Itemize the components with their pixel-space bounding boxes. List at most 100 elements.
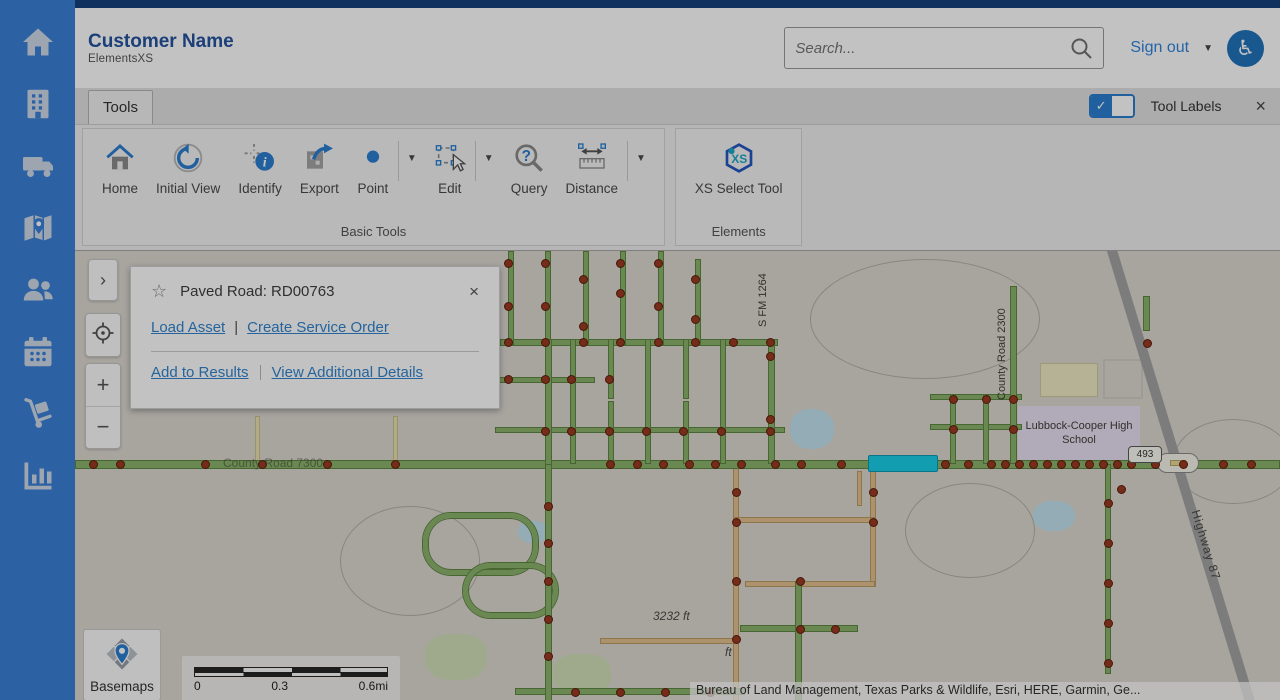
asset-point[interactable] bbox=[732, 488, 741, 497]
asset-point[interactable] bbox=[869, 518, 878, 527]
asset-point[interactable] bbox=[732, 635, 741, 644]
asset-point[interactable] bbox=[982, 395, 991, 404]
tool-labels-toggle[interactable]: ✓ bbox=[1089, 94, 1135, 118]
asset-point[interactable] bbox=[391, 460, 400, 469]
tool-point[interactable]: Point bbox=[348, 139, 398, 196]
asset-point[interactable] bbox=[659, 460, 668, 469]
asset-point[interactable] bbox=[691, 275, 700, 284]
selected-road-segment[interactable] bbox=[868, 455, 938, 472]
tool-export[interactable]: Export bbox=[291, 139, 348, 196]
asset-point[interactable] bbox=[544, 502, 553, 511]
basemaps-button[interactable]: Basemaps bbox=[83, 629, 161, 700]
asset-point[interactable] bbox=[1015, 460, 1024, 469]
asset-point[interactable] bbox=[541, 302, 550, 311]
asset-point[interactable] bbox=[654, 259, 663, 268]
asset-point[interactable] bbox=[949, 425, 958, 434]
asset-point[interactable] bbox=[732, 518, 741, 527]
asset-point[interactable] bbox=[711, 460, 720, 469]
sidebar-item-map[interactable] bbox=[15, 206, 61, 249]
sidebar-item-orders[interactable] bbox=[15, 392, 61, 435]
asset-point[interactable] bbox=[1117, 485, 1126, 494]
asset-point[interactable] bbox=[579, 338, 588, 347]
tool-initial-view[interactable]: Initial View bbox=[147, 139, 229, 196]
asset-point[interactable] bbox=[1219, 460, 1228, 469]
asset-point[interactable] bbox=[544, 652, 553, 661]
expand-panel-button[interactable]: › bbox=[88, 259, 118, 301]
zoom-out-button[interactable]: − bbox=[86, 407, 120, 449]
asset-point[interactable] bbox=[796, 625, 805, 634]
asset-point[interactable] bbox=[1009, 395, 1018, 404]
tool-distance[interactable]: Distance bbox=[556, 139, 627, 196]
asset-point[interactable] bbox=[1113, 460, 1122, 469]
asset-point[interactable] bbox=[766, 427, 775, 436]
asset-point[interactable] bbox=[732, 577, 741, 586]
asset-point[interactable] bbox=[605, 427, 614, 436]
asset-point[interactable] bbox=[201, 460, 210, 469]
asset-point[interactable] bbox=[837, 460, 846, 469]
sidebar-item-schedule[interactable] bbox=[15, 330, 61, 373]
popup-close-icon[interactable]: × bbox=[469, 283, 479, 300]
distance-dropdown-icon[interactable]: ▼ bbox=[628, 139, 654, 164]
load-asset-link[interactable]: Load Asset bbox=[151, 319, 225, 336]
asset-point[interactable] bbox=[691, 315, 700, 324]
asset-point[interactable] bbox=[766, 415, 775, 424]
asset-point[interactable] bbox=[1085, 460, 1094, 469]
asset-point[interactable] bbox=[642, 427, 651, 436]
asset-point[interactable] bbox=[89, 460, 98, 469]
sidebar-item-users[interactable] bbox=[15, 268, 61, 311]
asset-point[interactable] bbox=[504, 338, 513, 347]
asset-point[interactable] bbox=[737, 460, 746, 469]
asset-point[interactable] bbox=[1104, 619, 1113, 628]
map-viewport[interactable]: S FM 1264County Road 2300Lubbock-Cooper … bbox=[75, 250, 1280, 700]
sign-out-caret-icon[interactable]: ▼ bbox=[1203, 43, 1213, 54]
sidebar-item-home[interactable] bbox=[15, 20, 61, 63]
asset-point[interactable] bbox=[661, 688, 670, 697]
tool-home[interactable]: Home bbox=[93, 139, 147, 196]
asset-point[interactable] bbox=[616, 688, 625, 697]
sign-out-button[interactable]: Sign out bbox=[1130, 39, 1189, 57]
asset-point[interactable] bbox=[579, 275, 588, 284]
asset-point[interactable] bbox=[941, 460, 950, 469]
edit-dropdown-icon[interactable]: ▼ bbox=[476, 139, 502, 164]
asset-point[interactable] bbox=[1143, 339, 1152, 348]
asset-point[interactable] bbox=[1247, 460, 1256, 469]
asset-point[interactable] bbox=[717, 427, 726, 436]
asset-point[interactable] bbox=[797, 460, 806, 469]
asset-point[interactable] bbox=[1104, 499, 1113, 508]
asset-point[interactable] bbox=[504, 259, 513, 268]
asset-point[interactable] bbox=[987, 460, 996, 469]
sidebar-item-reports[interactable] bbox=[15, 454, 61, 497]
asset-point[interactable] bbox=[1009, 425, 1018, 434]
asset-point[interactable] bbox=[616, 289, 625, 298]
asset-point[interactable] bbox=[1104, 659, 1113, 668]
asset-point[interactable] bbox=[679, 427, 688, 436]
asset-point[interactable] bbox=[544, 577, 553, 586]
asset-point[interactable] bbox=[504, 302, 513, 311]
accessibility-button[interactable]: ♿ bbox=[1227, 30, 1264, 67]
asset-point[interactable] bbox=[616, 259, 625, 268]
point-dropdown-icon[interactable]: ▼ bbox=[399, 139, 425, 164]
asset-point[interactable] bbox=[567, 375, 576, 384]
asset-point[interactable] bbox=[1099, 460, 1108, 469]
asset-point[interactable] bbox=[571, 688, 580, 697]
tab-tools[interactable]: Tools bbox=[88, 90, 153, 124]
asset-point[interactable] bbox=[1104, 539, 1113, 548]
asset-point[interactable] bbox=[1057, 460, 1066, 469]
asset-point[interactable] bbox=[579, 322, 588, 331]
asset-point[interactable] bbox=[831, 625, 840, 634]
tool-edit[interactable]: Edit bbox=[425, 139, 475, 196]
asset-point[interactable] bbox=[654, 302, 663, 311]
asset-point[interactable] bbox=[541, 338, 550, 347]
asset-point[interactable] bbox=[541, 375, 550, 384]
zoom-in-button[interactable]: + bbox=[86, 364, 120, 407]
tool-xs-select-tool[interactable]: XSXS Select Tool bbox=[686, 139, 792, 196]
tools-panel-close-icon[interactable]: × bbox=[1255, 97, 1266, 115]
search-icon[interactable] bbox=[1069, 36, 1093, 60]
view-additional-details-link[interactable]: View Additional Details bbox=[272, 364, 423, 381]
asset-point[interactable] bbox=[116, 460, 125, 469]
tool-identify[interactable]: iIdentify bbox=[229, 139, 291, 196]
asset-point[interactable] bbox=[323, 460, 332, 469]
star-icon[interactable]: ☆ bbox=[151, 281, 167, 302]
asset-point[interactable] bbox=[544, 615, 553, 624]
sidebar-item-fleet[interactable] bbox=[15, 144, 61, 187]
